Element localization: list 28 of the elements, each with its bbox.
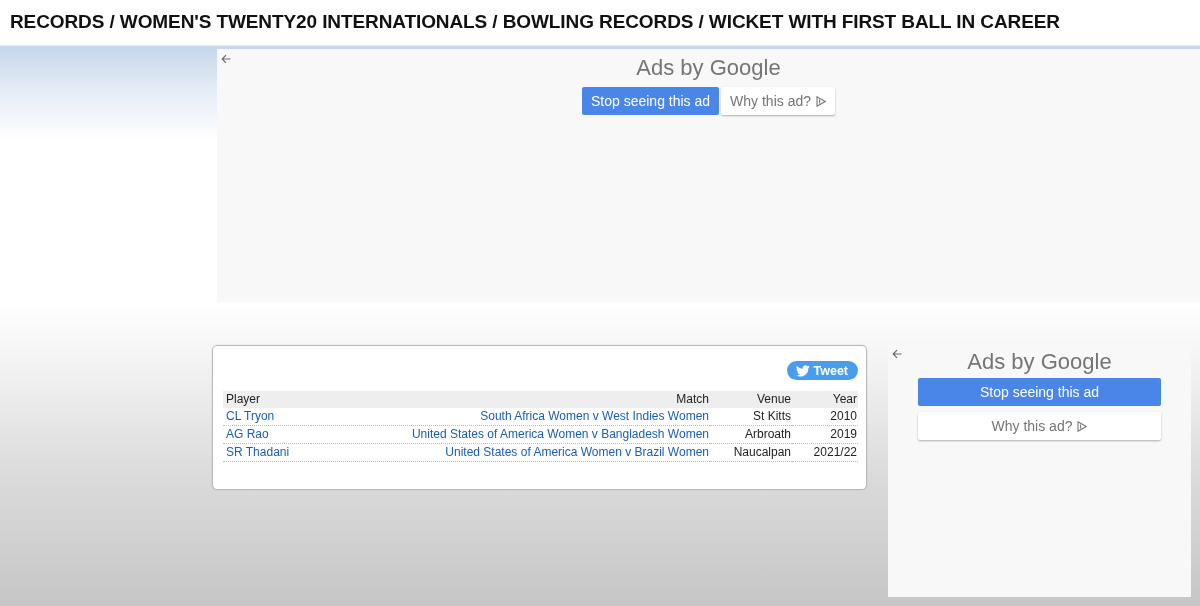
venue-cell: Arbroath [710,426,792,444]
back-arrow-icon[interactable] [892,349,902,359]
match-link[interactable]: South Africa Women v West Indies Women [480,409,709,423]
column-header: Match [311,391,710,408]
stop-seeing-ad-button[interactable]: Stop seeing this ad [918,378,1161,406]
bird-icon [795,364,810,377]
venue-cell: Naucalpan [710,444,792,462]
player-link[interactable]: SR Thadani [226,445,290,459]
triangle-icon [816,95,826,107]
back-arrow-icon[interactable] [221,54,231,64]
triangle-icon [1077,420,1088,432]
year-cell: 2021/22 [792,444,858,462]
why-this-ad-button[interactable]: Why this ad? [721,87,835,115]
ads-by-google-label: Ads by Google [636,55,781,81]
year-cell: 2010 [792,408,858,426]
column-header: Venue [710,391,792,408]
column-header: Player [223,391,311,408]
match-link[interactable]: United States of America Women v Brazil Women [445,445,709,459]
breadcrumb-title: RECORDS / WOMEN'S TWENTY20 INTERNATIONALS / BOWLING RECORDS / WICKET WITH FIRST BALL IN CAREER [10,10,1061,34]
stop-seeing-ad-button[interactable]: Stop seeing this ad [582,87,720,115]
why-this-ad-button[interactable]: Why this ad? [918,412,1161,440]
year-cell: 2019 [792,426,858,444]
match-link[interactable]: United States of America Women v Bangladesh Women [411,427,709,441]
ads-by-google-label: Ads by Google [967,349,1112,375]
player-link[interactable]: CL Tryon [226,409,275,423]
column-header: Year [792,391,858,408]
venue-cell: St Kitts [710,408,792,426]
player-link[interactable]: AG Rao [226,427,269,441]
